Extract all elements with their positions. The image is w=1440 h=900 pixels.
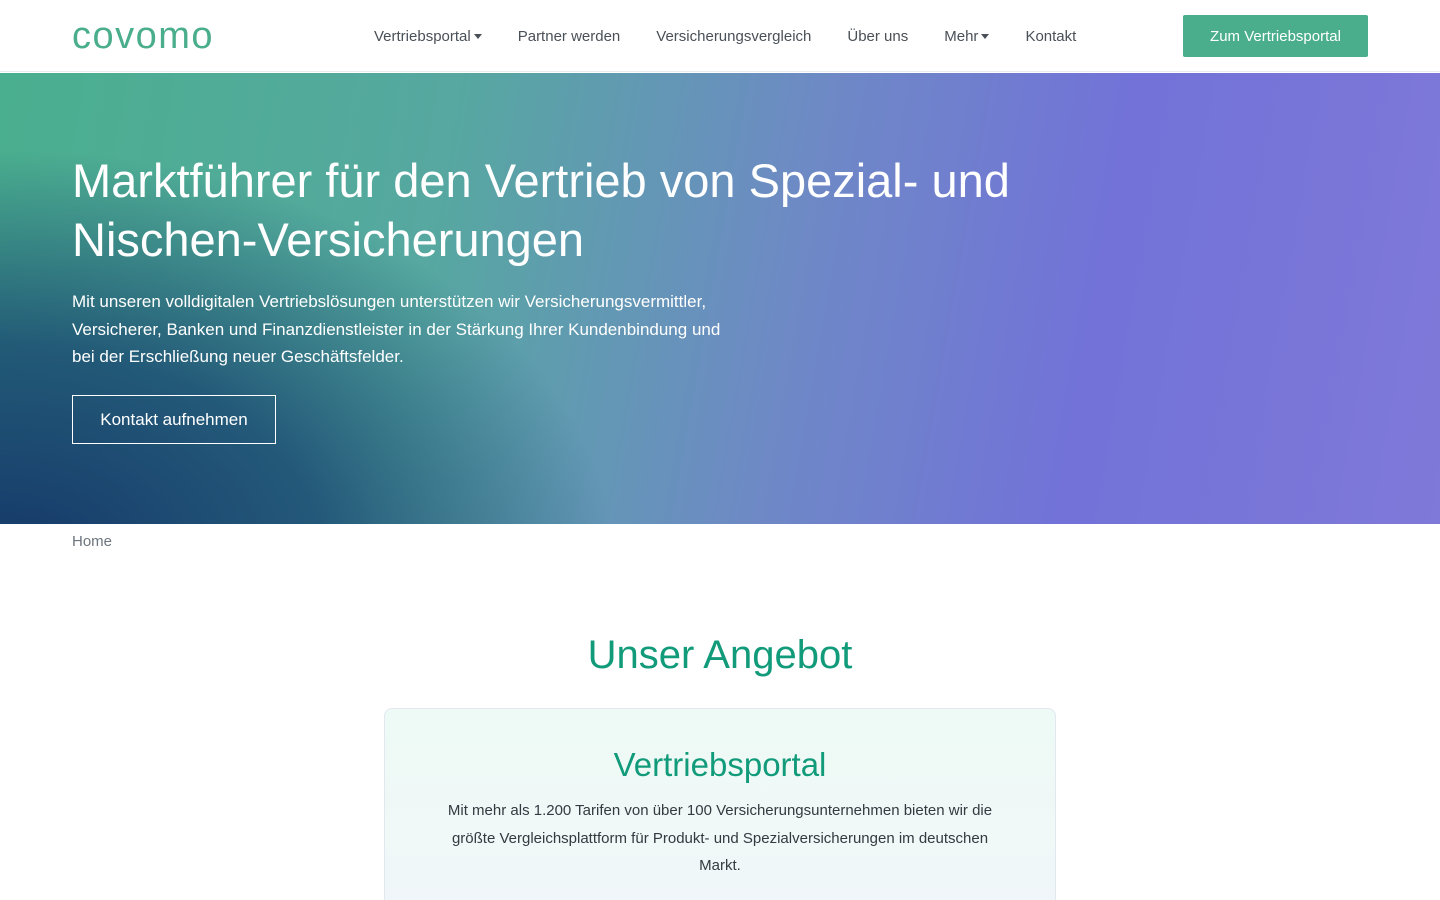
breadcrumb-home[interactable]: Home xyxy=(72,533,112,550)
nav-item-versicherungsvergleich[interactable]: Versicherungsvergleich xyxy=(638,0,829,72)
nav-item-label: Mehr xyxy=(944,27,979,45)
nav-item-label: Versicherungsvergleich xyxy=(656,27,812,45)
hero-banner: Marktführer für den Vertrieb von Spezial… xyxy=(0,73,1440,524)
nav-item-ueber-uns[interactable]: Über uns xyxy=(829,0,926,72)
top-navbar: covomo Vertriebsportal Partner werden Ve… xyxy=(0,0,1440,72)
caret-down-icon xyxy=(473,34,482,39)
hero-title: Marktführer für den Vertrieb von Spezial… xyxy=(72,154,1010,266)
caret-down-icon xyxy=(981,34,990,39)
offer-card-description: Mit mehr als 1.200 Tarifen von über 100 … xyxy=(447,802,993,874)
nav-item-label: Kontakt xyxy=(1025,27,1077,45)
offer-card-title: Vertriebsportal xyxy=(613,746,827,783)
logo-wordmark: covomo xyxy=(72,19,214,51)
nav-item-label: Vertriebsportal xyxy=(374,27,471,45)
hero-description: Mit unseren volldigitalen Vertriebslösun… xyxy=(72,292,721,366)
nav-item-vertriebsportal[interactable]: Vertriebsportal xyxy=(356,0,500,72)
offer-card-vertriebsportal[interactable]: Vertriebsportal Mit mehr als 1.200 Tarif… xyxy=(384,708,1056,900)
main-nav: Vertriebsportal Partner werden Versicher… xyxy=(356,0,1094,72)
offer-section-title: Unser Angebot xyxy=(587,633,853,677)
nav-item-label: Partner werden xyxy=(517,27,621,45)
nav-item-kontakt[interactable]: Kontakt xyxy=(1007,0,1094,72)
vertriebsportal-cta-button[interactable]: Zum Vertriebsportal xyxy=(1183,15,1368,57)
contact-button[interactable]: Kontakt aufnehmen xyxy=(72,395,276,444)
nav-item-label: Über uns xyxy=(847,27,909,45)
covomo-logo[interactable]: covomo xyxy=(72,19,254,51)
nav-item-mehr[interactable]: Mehr xyxy=(926,0,1007,72)
nav-item-partner-werden[interactable]: Partner werden xyxy=(500,0,639,72)
